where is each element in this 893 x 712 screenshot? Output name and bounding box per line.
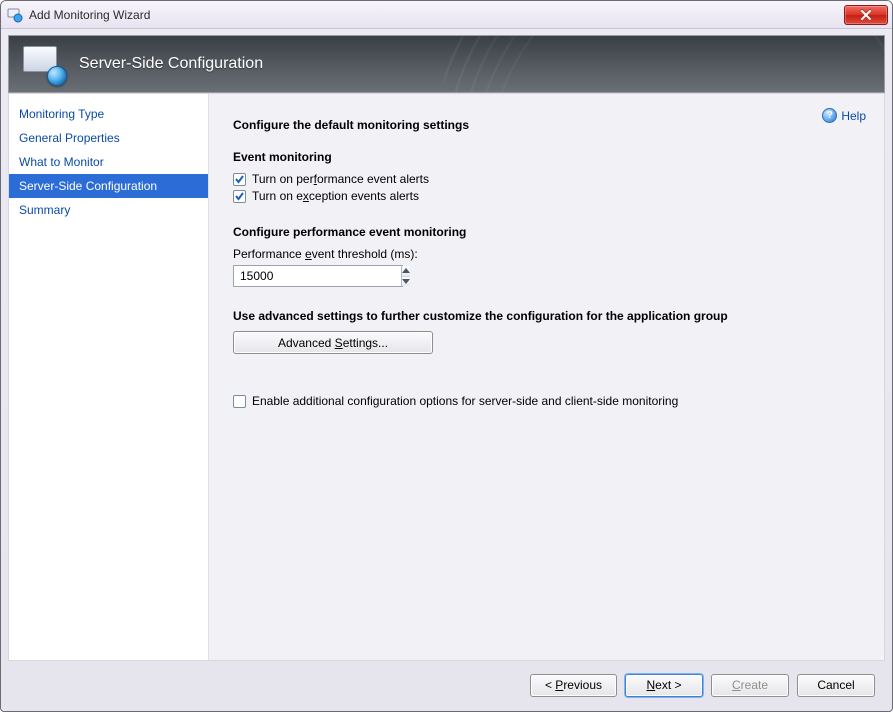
sidebar: Monitoring Type General Properties What …	[9, 94, 209, 660]
create-button[interactable]: Create	[711, 674, 789, 697]
threshold-spinner	[233, 265, 403, 287]
wizard-window: Add Monitoring Wizard Server-Side Config…	[0, 0, 893, 712]
perf-config-title: Configure performance event monitoring	[233, 225, 860, 239]
footer: < Previous Next > Create Cancel	[8, 667, 885, 703]
threshold-input[interactable]	[234, 266, 401, 286]
sidebar-item-label: What to Monitor	[19, 155, 104, 169]
sidebar-item-label: Server-Side Configuration	[19, 179, 157, 193]
sidebar-item-label: General Properties	[19, 131, 120, 145]
help-link[interactable]: ? Help	[822, 108, 866, 123]
spinner-down-button[interactable]	[402, 277, 410, 287]
chevron-up-icon	[402, 268, 410, 273]
event-monitoring-title: Event monitoring	[233, 150, 860, 164]
previous-button[interactable]: < Previous	[530, 674, 617, 697]
banner: Server-Side Configuration	[8, 35, 885, 93]
sidebar-item-monitoring-type[interactable]: Monitoring Type	[9, 102, 208, 126]
next-button[interactable]: Next >	[625, 674, 703, 697]
sidebar-item-summary[interactable]: Summary	[9, 198, 208, 222]
sidebar-item-label: Monitoring Type	[19, 107, 104, 121]
exc-alerts-checkbox[interactable]	[233, 190, 246, 203]
perf-alerts-row: Turn on performance event alerts	[233, 172, 860, 186]
content-area: ? Help Configure the default monitoring …	[209, 94, 884, 660]
titlebar: Add Monitoring Wizard	[1, 1, 892, 29]
extra-config-checkbox[interactable]	[233, 395, 246, 408]
threshold-label: Performance event threshold (ms):	[233, 247, 860, 261]
banner-title: Server-Side Configuration	[79, 55, 263, 73]
advanced-settings-button[interactable]: Advanced Settings...	[233, 331, 433, 354]
check-icon	[234, 174, 245, 185]
help-icon: ?	[822, 108, 837, 123]
spinner-buttons	[401, 266, 410, 286]
perf-alerts-label: Turn on performance event alerts	[252, 172, 429, 186]
sidebar-item-general-properties[interactable]: General Properties	[9, 126, 208, 150]
app-icon	[7, 7, 23, 23]
cancel-button[interactable]: Cancel	[797, 674, 875, 697]
page-heading: Configure the default monitoring setting…	[233, 118, 860, 132]
sidebar-item-label: Summary	[19, 203, 70, 217]
perf-alerts-checkbox[interactable]	[233, 173, 246, 186]
sidebar-item-server-side-configuration[interactable]: Server-Side Configuration	[9, 174, 208, 198]
sidebar-item-what-to-monitor[interactable]: What to Monitor	[9, 150, 208, 174]
exc-alerts-label: Turn on exception events alerts	[252, 189, 419, 203]
chevron-down-icon	[402, 279, 410, 284]
extra-config-row: Enable additional configuration options …	[233, 394, 860, 408]
wizard-body: Monitoring Type General Properties What …	[8, 93, 885, 661]
check-icon	[234, 191, 245, 202]
extra-config-label: Enable additional configuration options …	[252, 394, 678, 408]
help-label: Help	[841, 109, 866, 123]
close-icon	[860, 10, 872, 20]
window-title: Add Monitoring Wizard	[29, 8, 844, 22]
exc-alerts-row: Turn on exception events alerts	[233, 189, 860, 203]
banner-icon	[23, 46, 63, 82]
advanced-title: Use advanced settings to further customi…	[233, 309, 860, 323]
close-button[interactable]	[844, 5, 888, 25]
spinner-up-button[interactable]	[402, 266, 410, 277]
